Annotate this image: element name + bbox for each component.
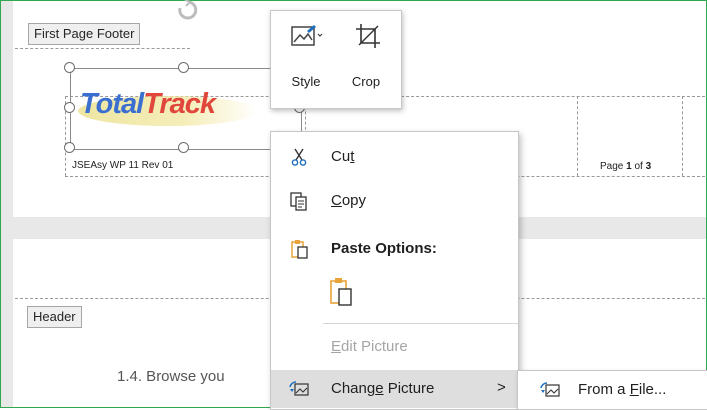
scissors-icon xyxy=(291,148,307,166)
page-total: 3 xyxy=(645,161,652,172)
change-picture-submenu: From a File... xyxy=(517,370,707,410)
copy-label-post: opy xyxy=(341,192,367,209)
header-tag[interactable]: Header xyxy=(27,306,82,328)
menu-item-paste-options-header: Paste Options: xyxy=(271,230,518,268)
logo-total-text: Total xyxy=(80,88,144,120)
menu-item-cut[interactable]: Cut xyxy=(271,138,518,176)
crop-button[interactable]: Crop xyxy=(337,19,395,99)
style-button[interactable]: Style xyxy=(277,19,335,99)
paste-options-icon xyxy=(291,240,308,259)
menu-item-change-picture-label: Change Picture xyxy=(331,380,434,397)
edit-label-accel: E xyxy=(331,338,342,355)
cut-label-accel: t xyxy=(350,148,355,165)
menu-item-copy[interactable]: Copy xyxy=(271,182,518,220)
resize-handle-bottom[interactable] xyxy=(178,142,189,153)
footer-table-divider-2 xyxy=(577,96,578,176)
footer-table-right-border xyxy=(682,96,683,176)
menu-item-cut-label: Cut xyxy=(331,148,354,165)
menu-item-from-file-label: From a File... xyxy=(578,381,666,398)
change-label-post: Picture xyxy=(383,380,435,397)
style-icon xyxy=(291,25,323,46)
logo: TotalTrack xyxy=(80,88,216,121)
menu-separator xyxy=(323,323,518,324)
from-file-label-accel: F xyxy=(629,381,639,398)
resize-handle-left[interactable] xyxy=(64,102,75,113)
footer-boundary-line xyxy=(15,48,190,49)
first-page-footer-tag[interactable]: First Page Footer xyxy=(28,23,141,45)
edit-label-post: dit Picture xyxy=(341,338,408,355)
change-label-accel: e xyxy=(375,380,384,397)
copy-label-accel: C xyxy=(331,192,342,209)
submenu-arrow-icon: > xyxy=(497,379,506,396)
style-label: Style xyxy=(291,74,321,89)
menu-item-from-file[interactable]: From a File... xyxy=(518,371,707,409)
menu-item-copy-label: Copy xyxy=(331,192,366,209)
context-menu: Cut Copy Paste Options: Edit Picture Cha… xyxy=(270,131,519,410)
footer-page-number: Page 1 of 3 xyxy=(600,161,651,172)
resize-handle-top[interactable] xyxy=(178,62,189,73)
menu-item-edit-picture: Edit Picture xyxy=(271,328,518,366)
rotate-handle-icon[interactable] xyxy=(174,0,204,22)
paste-options-label: Paste Options: xyxy=(331,240,437,257)
from-file-label-pre: From a xyxy=(578,381,630,398)
resize-handle-bottom-left[interactable] xyxy=(64,142,75,153)
menu-item-change-picture[interactable]: Change Picture > xyxy=(271,370,518,408)
paste-keep-icon xyxy=(330,278,352,306)
change-picture-icon xyxy=(289,381,309,396)
paste-keep-source-button[interactable] xyxy=(327,276,357,310)
from-file-label-post: ile... xyxy=(638,381,667,398)
page-label-mid: of xyxy=(631,161,646,172)
footer-doc-id: JSEAsy WP 11 Rev 01 xyxy=(72,160,174,171)
page-gutter xyxy=(1,1,13,407)
from-file-icon xyxy=(540,382,560,397)
resize-handle-top-left[interactable] xyxy=(64,62,75,73)
body-text: 1.4. Browse you xyxy=(117,368,225,385)
crop-label: Crop xyxy=(351,74,381,89)
menu-item-edit-picture-label: Edit Picture xyxy=(331,338,408,355)
page-label-pre: Page xyxy=(600,161,627,172)
change-label-pre: Chang xyxy=(331,380,376,397)
crop-icon xyxy=(356,24,380,48)
picture-mini-toolbar: Style Crop xyxy=(270,10,402,109)
copy-icon xyxy=(290,192,307,211)
logo-track-text: Track xyxy=(143,88,216,120)
cut-label-pre: Cu xyxy=(331,148,351,165)
